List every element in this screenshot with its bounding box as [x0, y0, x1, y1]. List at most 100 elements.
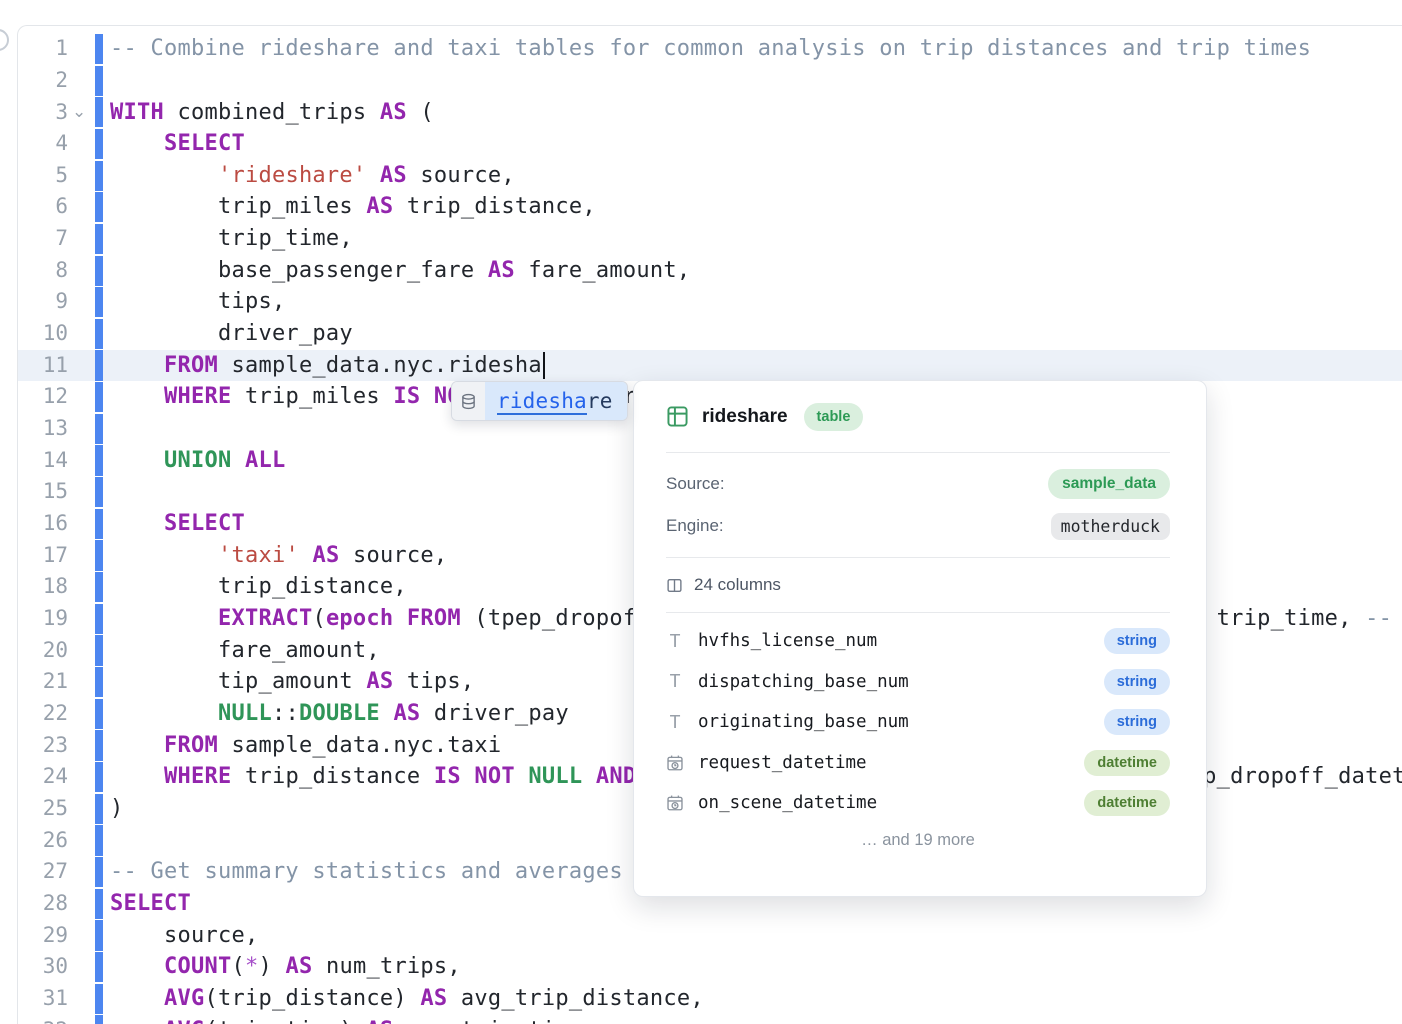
code-token: sample_data.nyc.ridesha — [218, 353, 542, 378]
line-number: 12 — [0, 381, 68, 413]
code-token — [110, 511, 164, 536]
code-token: COUNT — [164, 954, 231, 979]
code-line[interactable]: SELECT — [110, 128, 1402, 160]
code-token: DOUBLE — [299, 701, 380, 726]
code-token: avg_trip_time, — [393, 1018, 595, 1024]
code-line[interactable]: AVG(trip_distance) AS avg_trip_distance, — [110, 983, 1402, 1015]
code-token — [110, 353, 164, 378]
change-bar-segment — [95, 509, 103, 539]
change-bar-segment — [95, 762, 103, 792]
line-number: 9 — [0, 286, 68, 318]
code-token: source, — [110, 923, 258, 948]
code-line[interactable]: 'rideshare' AS source, — [110, 160, 1402, 192]
code-token: AS — [366, 194, 393, 219]
change-bar-segment — [95, 825, 103, 855]
table-info-header: rideshare table — [666, 381, 1170, 453]
code-token — [110, 1018, 164, 1024]
info-value-badge: sample_data — [1048, 469, 1170, 499]
code-line[interactable]: COUNT(*) AS num_trips, — [110, 951, 1402, 983]
code-token: trip_distance — [231, 764, 433, 789]
columns-summary-text: 24 columns — [694, 575, 781, 595]
info-label: Source: — [666, 474, 725, 494]
autocomplete-rest-text: re — [587, 389, 613, 413]
change-bar-segment — [95, 477, 103, 507]
column-row[interactable]: request_datetimedatetime — [666, 743, 1170, 784]
change-bar-segment — [95, 34, 103, 64]
code-token — [393, 606, 407, 631]
code-line[interactable]: FROM sample_data.nyc.ridesha — [110, 350, 1402, 382]
line-number: 2 — [0, 65, 68, 97]
code-line[interactable] — [110, 65, 1402, 97]
code-token: SELECT — [164, 511, 245, 536]
change-bar-segment — [95, 572, 103, 602]
code-token: trip_time, — [1203, 606, 1365, 631]
code-token — [110, 543, 218, 568]
line-number: 3 — [0, 97, 68, 129]
change-bar-segment — [95, 952, 103, 982]
line-number: 30 — [0, 951, 68, 983]
code-token — [110, 131, 164, 156]
code-token: ( — [312, 606, 326, 631]
code-line[interactable]: -- Combine rideshare and taxi tables for… — [110, 33, 1402, 65]
text-type-icon: T — [666, 631, 684, 652]
code-token: epoch — [326, 606, 393, 631]
line-number: 20 — [0, 635, 68, 667]
code-token: combined_trips — [164, 100, 380, 125]
code-line[interactable]: driver_pay — [110, 318, 1402, 350]
code-token: ALL — [245, 448, 286, 473]
fold-chevron-icon[interactable]: ⌄ — [72, 97, 86, 129]
code-line[interactable]: trip_time, — [110, 223, 1402, 255]
code-token: sample_data.nyc.taxi — [218, 733, 501, 758]
line-number: 6 — [0, 191, 68, 223]
code-line[interactable]: source, — [110, 920, 1402, 952]
code-token: SELECT — [110, 891, 191, 916]
calendar-clock-icon — [666, 794, 684, 812]
code-token: AS — [312, 543, 339, 568]
code-token: WHERE — [164, 384, 231, 409]
code-token: trip_distance, — [393, 194, 595, 219]
code-token: EXTRACT — [218, 606, 312, 631]
line-number: 13 — [0, 413, 68, 445]
code-token: -- seconds — [1365, 606, 1402, 631]
column-type-badge: string — [1104, 669, 1170, 695]
column-row[interactable]: Tdispatching_base_numstring — [666, 662, 1170, 703]
code-token: FROM — [164, 353, 218, 378]
code-token — [110, 163, 218, 188]
line-number: 27 — [0, 856, 68, 888]
column-row[interactable]: Toriginating_base_numstring — [666, 702, 1170, 743]
change-bar-segment — [95, 1015, 103, 1024]
column-name: dispatching_base_num — [698, 672, 1090, 692]
column-row[interactable]: on_scene_datetimedatetime — [666, 783, 1170, 824]
column-type-badge: string — [1104, 628, 1170, 654]
code-token — [299, 543, 313, 568]
code-line[interactable]: AVG(trip_time) AS avg_trip_time, — [110, 1015, 1402, 1024]
line-number: 5 — [0, 160, 68, 192]
line-number: 28 — [0, 888, 68, 920]
code-token — [110, 448, 164, 473]
code-token: AVG — [164, 986, 205, 1011]
change-bar-segment — [95, 730, 103, 760]
line-number: 23 — [0, 730, 68, 762]
line-number: 1 — [0, 33, 68, 65]
code-token: AS — [285, 954, 312, 979]
table-info-row: Source: sample_data — [666, 463, 1170, 505]
code-token — [110, 764, 164, 789]
change-bar-segment — [95, 889, 103, 919]
code-token: fare_amount, — [110, 638, 380, 663]
line-number: 31 — [0, 983, 68, 1015]
code-line[interactable]: base_passenger_fare AS fare_amount, — [110, 255, 1402, 287]
code-line[interactable]: tips, — [110, 286, 1402, 318]
change-bar-segment — [95, 224, 103, 254]
table-type-badge: table — [804, 403, 864, 431]
autocomplete-dropdown: rideshare — [451, 381, 628, 421]
line-number: 10 — [0, 318, 68, 350]
code-token: AS — [380, 100, 407, 125]
autocomplete-item-rideshare[interactable]: rideshare — [485, 382, 627, 420]
code-line[interactable]: trip_miles AS trip_distance, — [110, 191, 1402, 223]
column-row[interactable]: Thvfhs_license_numstring — [666, 621, 1170, 662]
code-token: 'taxi' — [218, 543, 299, 568]
change-bar-segment — [95, 604, 103, 634]
code-line[interactable]: WITH combined_trips AS ( — [110, 97, 1402, 129]
line-number: 4 — [0, 128, 68, 160]
table-name: rideshare — [702, 406, 788, 428]
